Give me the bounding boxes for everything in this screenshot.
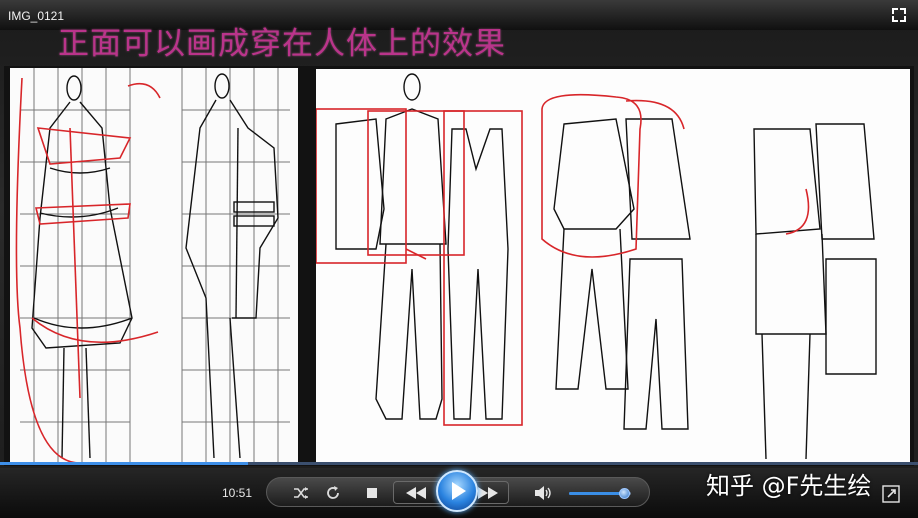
left-sketch-sheet — [10, 68, 298, 464]
right-sketch-sheet — [315, 69, 910, 462]
stop-icon — [367, 488, 377, 498]
watermark-text: 知乎 @F先生绘 — [706, 472, 872, 500]
rewind-button[interactable] — [404, 478, 428, 508]
stop-button[interactable] — [360, 478, 384, 508]
shuffle-button[interactable] — [289, 478, 313, 508]
rewind-icon — [406, 487, 426, 499]
seek-bar-fill — [0, 462, 248, 465]
sketch-photo — [4, 66, 914, 466]
mute-button[interactable] — [531, 478, 555, 508]
elapsed-time: 10:51 — [222, 486, 253, 500]
overlay-caption: 正面可以画成穿在人体上的效果 — [58, 26, 506, 62]
fast-forward-icon — [478, 487, 498, 499]
seek-bar[interactable] — [0, 462, 918, 465]
expand-icon[interactable] — [882, 485, 900, 503]
volume-slider-thumb[interactable] — [618, 488, 630, 499]
fullscreen-toggle-icon[interactable] — [890, 6, 908, 24]
fast-forward-button[interactable] — [476, 478, 500, 508]
shuffle-icon — [294, 487, 308, 499]
volume-icon — [535, 486, 551, 500]
repeat-icon — [327, 486, 339, 499]
volume-slider-fill — [569, 492, 625, 495]
photo-viewer-window: IMG_0121 正面可以画成穿在人体上的效果 10:51 知乎 @F先生绘 — [0, 0, 918, 518]
play-icon — [452, 482, 466, 500]
repeat-button[interactable] — [321, 478, 345, 508]
volume-slider[interactable] — [569, 488, 631, 499]
play-button[interactable] — [436, 470, 478, 512]
window-title: IMG_0121 — [8, 9, 65, 23]
